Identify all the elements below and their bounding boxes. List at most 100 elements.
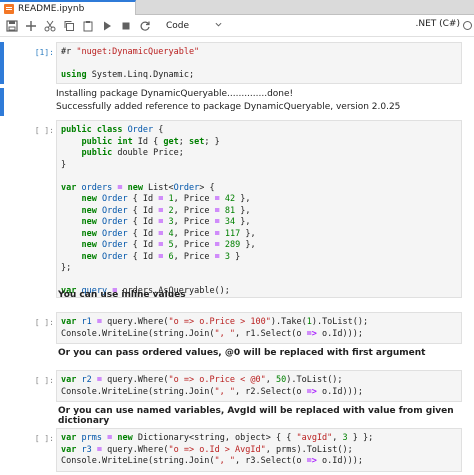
code-token: prms <box>81 433 102 443</box>
output-line: Installing package DynamicQueryable.....… <box>56 89 294 99</box>
code-line: var r1 = query.Where("o => o.Price > 100… <box>61 317 457 329</box>
code-token: new <box>81 217 97 227</box>
code-token: , <box>265 375 276 385</box>
code-token: new <box>81 194 97 204</box>
code-editor[interactable]: var r1 = query.Where("o => o.Price > 100… <box>56 312 462 344</box>
code-token: public <box>61 125 92 135</box>
chevron-down-icon <box>215 21 222 31</box>
paste-icon[interactable] <box>80 18 96 34</box>
code-token: Order <box>101 194 128 204</box>
code-token: set <box>189 136 205 147</box>
markdown-text: Or you can pass ordered values, @0 will … <box>58 348 426 358</box>
code-token: public <box>81 148 113 158</box>
code-editor[interactable]: public class Order { public int Id { get… <box>56 120 462 298</box>
code-token: "nuget:DynamicQueryable" <box>76 47 200 57</box>
code-token: var <box>61 317 77 327</box>
code-token: }, <box>240 228 256 239</box>
tab-readme[interactable]: README.ipynb <box>0 0 136 15</box>
add-cell-icon[interactable] <box>23 18 39 34</box>
code-token: class <box>96 125 123 135</box>
code-token: }; <box>61 263 72 273</box>
code-token: Console.WriteLine(string.Join( <box>61 328 215 339</box>
code-token: using <box>61 70 87 80</box>
code-token: System.Linq.Dynamic; <box>86 70 195 80</box>
code-line: var r2 = query.Where("o => o.Price < @0"… <box>61 375 457 387</box>
code-editor[interactable]: #r "nuget:DynamicQueryable" using System.… <box>56 42 462 84</box>
code-line: }; <box>61 263 457 275</box>
code-token: "o => o.Price < @0" <box>168 375 266 385</box>
code-token: o.Id))); <box>316 456 363 466</box>
code-token: "o => o.Id > AvgId" <box>168 444 266 455</box>
code-token: "avgId" <box>296 433 333 443</box>
code-token: , prms).ToList(); <box>265 444 353 455</box>
tab-bar: README.ipynb <box>0 0 474 15</box>
cut-icon[interactable] <box>42 18 58 34</box>
copy-icon[interactable] <box>61 18 77 34</box>
code-token: Order <box>101 240 128 250</box>
code-editor[interactable]: var r2 = query.Where("o => o.Price < @0"… <box>56 370 462 402</box>
code-token: , <box>332 433 343 443</box>
code-line: new Order { Id = 4, Price = 117 }, <box>61 229 457 241</box>
code-token: var <box>61 433 77 443</box>
code-token: r1 <box>81 317 92 327</box>
code-token: ", " <box>214 386 236 397</box>
code-token: new <box>117 433 133 443</box>
stop-icon[interactable] <box>118 18 134 34</box>
code-token: > { <box>199 182 215 193</box>
notebook-toolbar: Code .NET (C#) <box>0 15 474 37</box>
code-token: Order <box>127 125 154 135</box>
code-token: Id { <box>132 136 164 147</box>
code-line: var prms = new Dictionary<string, object… <box>61 433 457 445</box>
code-token: 117 <box>224 228 241 239</box>
code-token: , r2.Select(o <box>235 386 307 397</box>
code-token: => <box>306 456 317 466</box>
code-line: Console.WriteLine(string.Join(", ", r2.S… <box>61 387 457 399</box>
code-token: get <box>163 136 179 147</box>
code-token: Order <box>173 182 200 193</box>
kernel-name[interactable]: .NET (C#) <box>416 19 461 29</box>
code-token: ", " <box>214 456 236 466</box>
cell-prompt: [ ]: <box>34 126 54 135</box>
code-line: public int Id { get; set; } <box>61 137 457 149</box>
kernel-status-icon <box>463 21 472 30</box>
run-icon[interactable] <box>99 18 115 34</box>
restart-icon[interactable] <box>137 18 153 34</box>
code-token: 42 <box>224 194 236 204</box>
code-token: query.Where( <box>101 375 169 385</box>
code-token: public <box>81 136 113 147</box>
cell-type-select[interactable]: Code <box>164 18 224 34</box>
code-line: new Order { Id = 5, Price = 289 }, <box>61 240 457 252</box>
code-token: 289 <box>224 240 241 250</box>
code-token: } <box>61 159 67 170</box>
code-token: List< <box>142 182 174 193</box>
output-line: Successfully added reference to package … <box>56 102 401 112</box>
tab-title: README.ipynb <box>18 3 85 14</box>
code-line: Console.WriteLine(string.Join(", ", r1.S… <box>61 329 457 341</box>
code-token: query.Where( <box>101 444 169 455</box>
code-token: , r3.Select(o <box>235 456 307 466</box>
code-line: public class Order { <box>61 125 457 137</box>
code-token: o.Id))); <box>316 386 363 397</box>
code-token: Order <box>101 205 128 216</box>
code-token: new <box>81 228 97 239</box>
code-token: Order <box>101 217 128 227</box>
code-token: , Price <box>173 251 215 262</box>
code-token: } <box>229 251 241 262</box>
code-editor[interactable]: var prms = new Dictionary<string, object… <box>56 428 462 472</box>
code-token: }, <box>240 240 256 250</box>
save-icon[interactable] <box>4 18 20 34</box>
code-line: var orders = new List<Order> { <box>61 183 457 195</box>
code-token: , Price <box>173 194 215 204</box>
code-token: Order <box>101 228 128 239</box>
code-token: Console.WriteLine(string.Join( <box>61 386 215 397</box>
code-token: int <box>117 136 133 147</box>
code-token: #r <box>61 47 77 57</box>
cell-prompt: [ ]: <box>34 318 54 327</box>
notebook-panel: [1]: #r "nuget:DynamicQueryable" using Sy… <box>0 38 474 475</box>
